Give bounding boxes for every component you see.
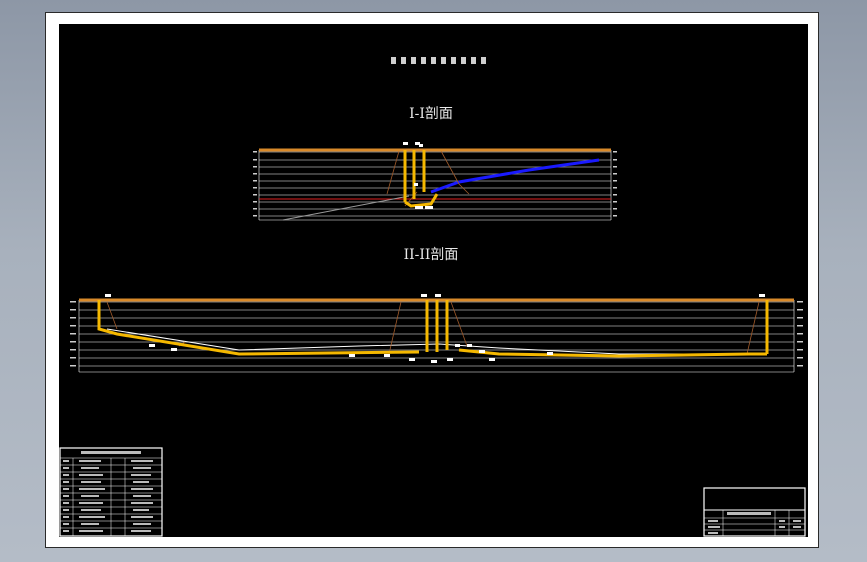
main-title xyxy=(391,57,486,64)
drawing-canvas: I-I剖面 II-II剖面 xyxy=(59,24,808,537)
legend-table xyxy=(59,447,163,537)
section-1-profile xyxy=(253,142,617,221)
section-2-markers xyxy=(105,294,765,363)
section-drawing: I-I剖面 II-II剖面 xyxy=(59,57,806,537)
section-1-grid xyxy=(258,150,612,221)
title-block xyxy=(703,487,806,537)
section-1-scale xyxy=(253,151,617,217)
section-1-pipeline xyxy=(403,150,439,208)
section-1-blue-line xyxy=(430,158,600,194)
section-1-grey-line xyxy=(282,195,410,221)
section-1-label: I-I剖面 xyxy=(409,106,453,122)
main-title-glyphs xyxy=(391,57,486,64)
section-2-pipeline xyxy=(97,300,769,358)
section-2-profile xyxy=(70,294,803,373)
section-2-label: II-II剖面 xyxy=(404,247,459,263)
